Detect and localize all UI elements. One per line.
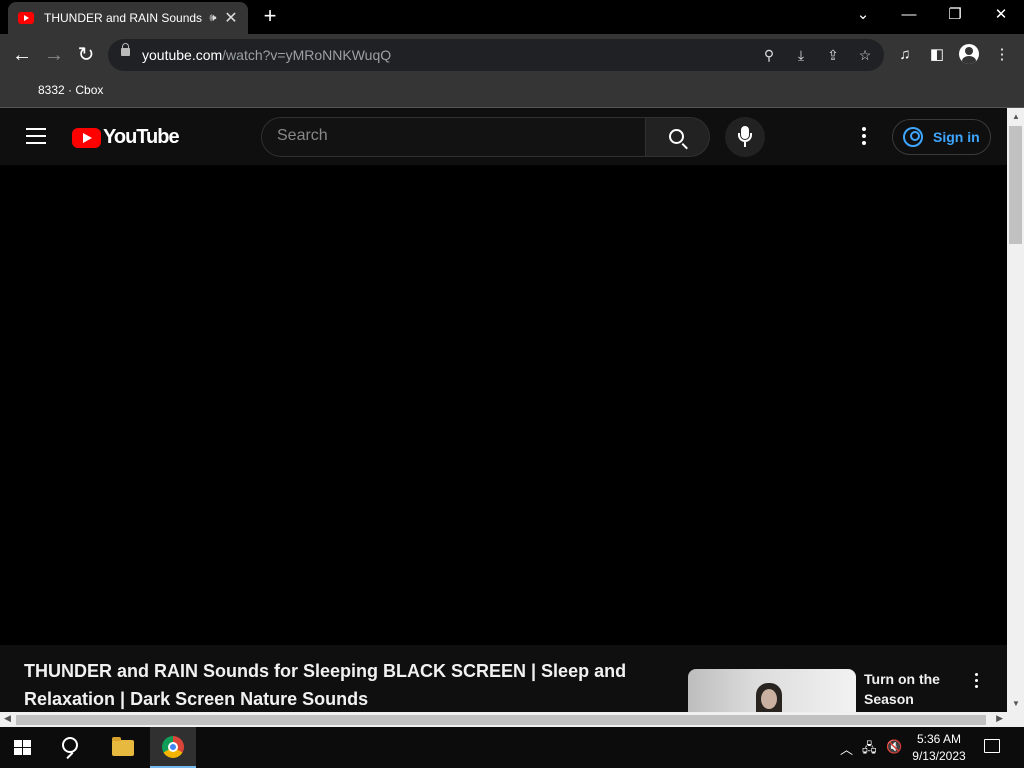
scroll-left-arrow-icon[interactable]: ◀ xyxy=(4,713,11,724)
volume-muted-icon[interactable]: 🔇 xyxy=(886,739,902,755)
search-button[interactable] xyxy=(646,117,710,157)
recommended-video-title[interactable]: Turn on the Season xyxy=(864,669,964,709)
folder-icon xyxy=(112,737,134,756)
media-control-icon[interactable]: ♫ xyxy=(894,44,916,66)
taskbar-search-icon[interactable] xyxy=(62,737,78,753)
horizontal-scrollbar[interactable]: ◀ ▶ xyxy=(0,712,1007,727)
tab-title: THUNDER and RAIN Sounds for Sleeping BLA… xyxy=(44,11,204,25)
side-panel-icon[interactable]: ◧ xyxy=(926,44,948,66)
notification-center-icon[interactable] xyxy=(984,739,1000,753)
url-text[interactable]: youtube.com/watch?v=yMRoNNKWuqQ xyxy=(142,47,391,63)
account-circle-icon xyxy=(903,127,923,147)
video-player[interactable] xyxy=(0,165,1007,645)
back-button[interactable]: ← xyxy=(9,42,35,68)
youtube-logo[interactable]: YouTube xyxy=(72,126,180,149)
restore-button[interactable]: ❐ xyxy=(932,0,978,32)
browser-titlebar: THUNDER and RAIN Sounds for Sleeping BLA… xyxy=(0,0,1024,34)
chrome-icon xyxy=(162,736,184,758)
bookmark-item[interactable]: 8332 · Cbox xyxy=(38,83,103,97)
bookmarks-bar: 8332 · Cbox xyxy=(0,76,1024,108)
scroll-down-arrow-icon[interactable]: ▼ xyxy=(1012,699,1020,708)
lock-icon[interactable] xyxy=(121,43,130,56)
hamburger-menu-icon[interactable] xyxy=(26,128,46,144)
search-box[interactable] xyxy=(261,117,646,157)
bookmark-star-icon[interactable]: ☆ xyxy=(854,44,876,66)
browser-tab-active[interactable]: THUNDER and RAIN Sounds for Sleeping BLA… xyxy=(8,2,248,34)
browser-menu-icon[interactable]: ⋮ xyxy=(991,44,1013,66)
voice-search-button[interactable] xyxy=(725,117,765,157)
minimize-button[interactable]: — xyxy=(886,0,932,32)
show-hidden-icons-chevron-icon[interactable]: ︿ xyxy=(840,739,853,758)
search-icon xyxy=(669,129,684,144)
scroll-right-arrow-icon[interactable]: ▶ xyxy=(996,713,1003,724)
file-explorer-button[interactable] xyxy=(100,727,146,768)
sign-in-label: Sign in xyxy=(933,129,980,145)
search-input[interactable] xyxy=(277,127,637,145)
url-domain: youtube.com xyxy=(142,47,223,63)
install-app-icon[interactable]: ⤓ xyxy=(790,44,812,66)
window-close-button[interactable]: ✕ xyxy=(978,0,1024,32)
youtube-play-logo-icon xyxy=(72,127,101,148)
new-tab-button[interactable]: + xyxy=(258,4,282,28)
reload-button[interactable]: ↻ xyxy=(73,42,99,68)
windows-taskbar: ︿ 🖧 🔇 5:36 AM 9/13/2023 xyxy=(0,727,1024,768)
clock-date: 9/13/2023 xyxy=(912,749,966,763)
profile-avatar-icon[interactable] xyxy=(959,44,979,64)
vertical-scroll-thumb[interactable] xyxy=(1009,126,1022,244)
recommended-video-thumbnail[interactable] xyxy=(688,669,856,712)
scroll-up-arrow-icon[interactable]: ▲ xyxy=(1012,112,1020,121)
youtube-header: YouTube Sign in xyxy=(0,108,1007,165)
url-path: /watch?v=yMRoNNKWuqQ xyxy=(222,47,392,63)
sign-in-button[interactable]: Sign in xyxy=(892,119,991,155)
horizontal-scroll-thumb[interactable] xyxy=(16,715,986,725)
share-icon[interactable]: ⇪ xyxy=(822,44,844,66)
address-bar[interactable]: youtube.com/watch?v=yMRoNNKWuqQ ⚲ ⤓ ⇪ ☆ xyxy=(108,39,884,71)
recommended-video-menu-icon[interactable] xyxy=(972,673,980,691)
tab-search-button[interactable]: ⌄ xyxy=(840,0,886,32)
browser-toolbar: ← → ↻ youtube.com/watch?v=yMRoNNKWuqQ ⚲ … xyxy=(0,34,1024,76)
zoom-search-icon[interactable]: ⚲ xyxy=(758,44,780,66)
scrollbar-corner xyxy=(1007,712,1024,727)
network-icon[interactable]: 🖧 xyxy=(862,739,877,761)
chrome-taskbar-button[interactable] xyxy=(150,727,196,768)
system-clock[interactable]: 5:36 AM 9/13/2023 xyxy=(908,731,970,765)
forward-button[interactable]: → xyxy=(41,42,67,68)
page-viewport: YouTube Sign in THUNDER and RAIN Sounds … xyxy=(0,108,1007,712)
settings-menu-icon[interactable] xyxy=(860,127,868,147)
youtube-favicon-icon xyxy=(18,12,34,24)
video-title: THUNDER and RAIN Sounds for Sleeping BLA… xyxy=(24,661,627,709)
tab-close-icon[interactable]: ✕ xyxy=(222,8,240,28)
youtube-logo-text: YouTube xyxy=(103,126,180,148)
speaker-icon[interactable]: 🕪 xyxy=(204,12,222,25)
video-info-section: THUNDER and RAIN Sounds for Sleeping BLA… xyxy=(0,645,1007,712)
vertical-scrollbar[interactable]: ▲ ▼ xyxy=(1007,108,1024,712)
clock-time: 5:36 AM xyxy=(916,732,962,746)
windows-start-icon[interactable] xyxy=(14,740,32,756)
